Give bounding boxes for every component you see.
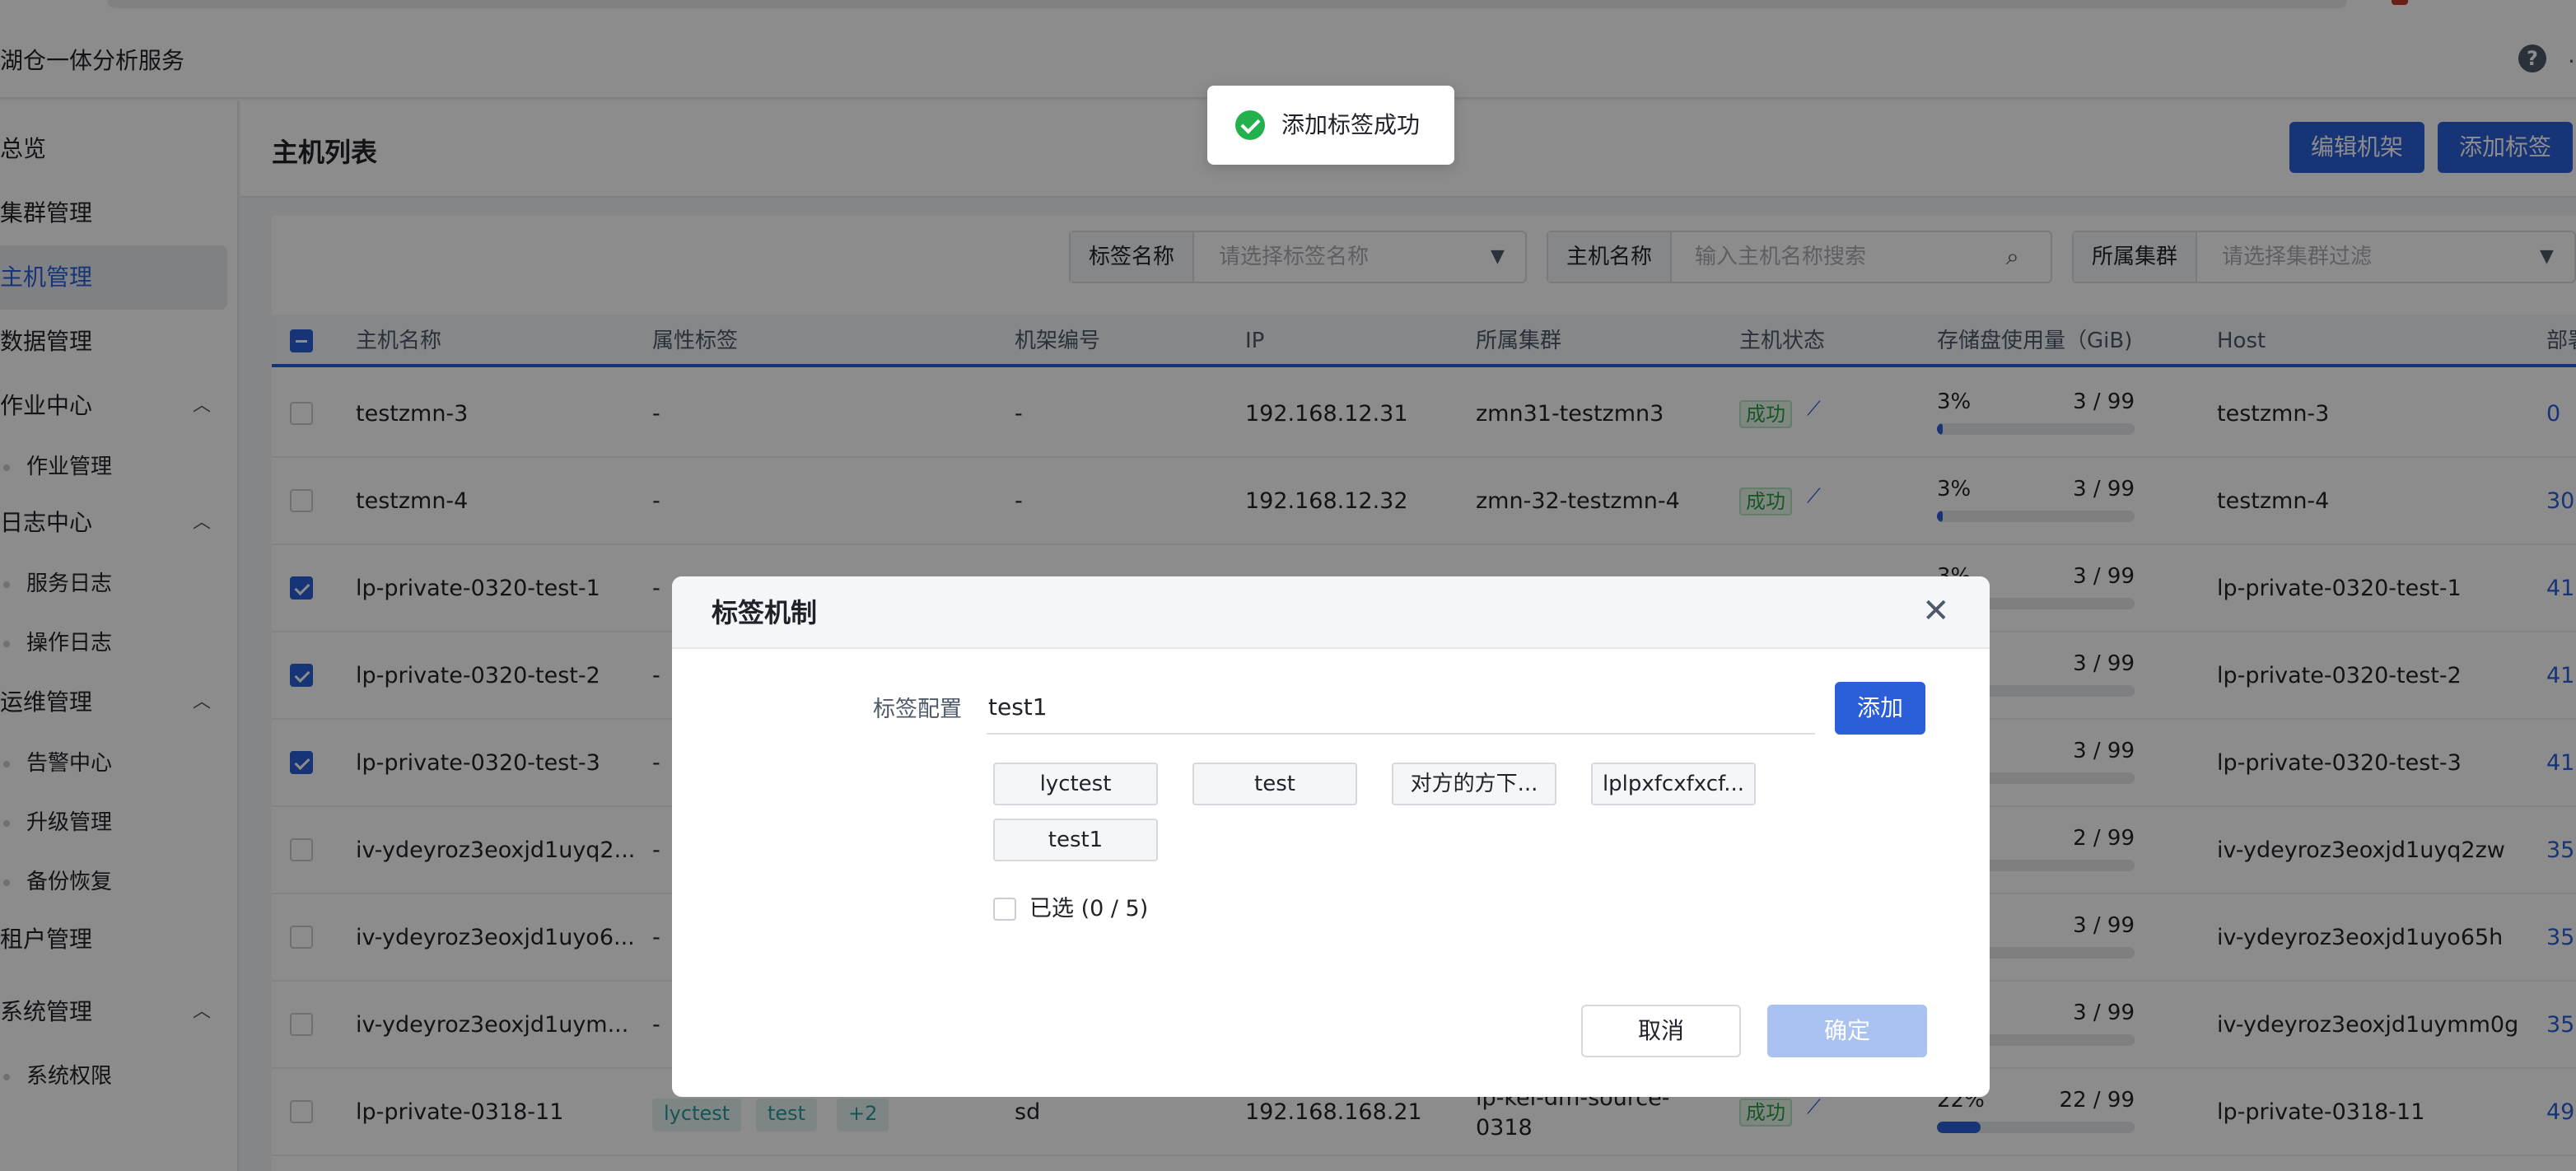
success-toast: 添加标签成功 — [1207, 86, 1454, 165]
tag-chip[interactable]: test1 — [993, 819, 1158, 861]
selected-count: 已选 (0 / 5) — [1029, 896, 1149, 921]
tag-chip[interactable]: lyctest — [993, 763, 1158, 805]
tag-config-label: 标签配置 — [873, 697, 962, 722]
modal-title: 标签机制 — [712, 597, 818, 628]
check-circle-icon — [1235, 110, 1265, 140]
select-all-tags-checkbox[interactable] — [993, 898, 1016, 921]
tag-chip[interactable]: lplpxfcxfxcf... — [1591, 763, 1756, 805]
tag-config-input[interactable]: test1 — [987, 680, 1815, 735]
close-icon[interactable]: ✕ — [1922, 593, 1950, 629]
tag-modal: 标签机制 ✕ 标签配置 test1 添加 lyctest test 对方的方下.… — [672, 576, 1990, 1097]
toast-message: 添加标签成功 — [1281, 111, 1421, 138]
tag-chip[interactable]: 对方的方下... — [1392, 763, 1556, 805]
add-tag-inline-button[interactable]: 添加 — [1835, 682, 1925, 735]
modal-header: 标签机制 ✕ — [672, 576, 1990, 649]
confirm-button[interactable]: 确定 — [1767, 1005, 1927, 1057]
tag-chip[interactable]: test — [1192, 763, 1357, 805]
cancel-button[interactable]: 取消 — [1581, 1005, 1741, 1057]
